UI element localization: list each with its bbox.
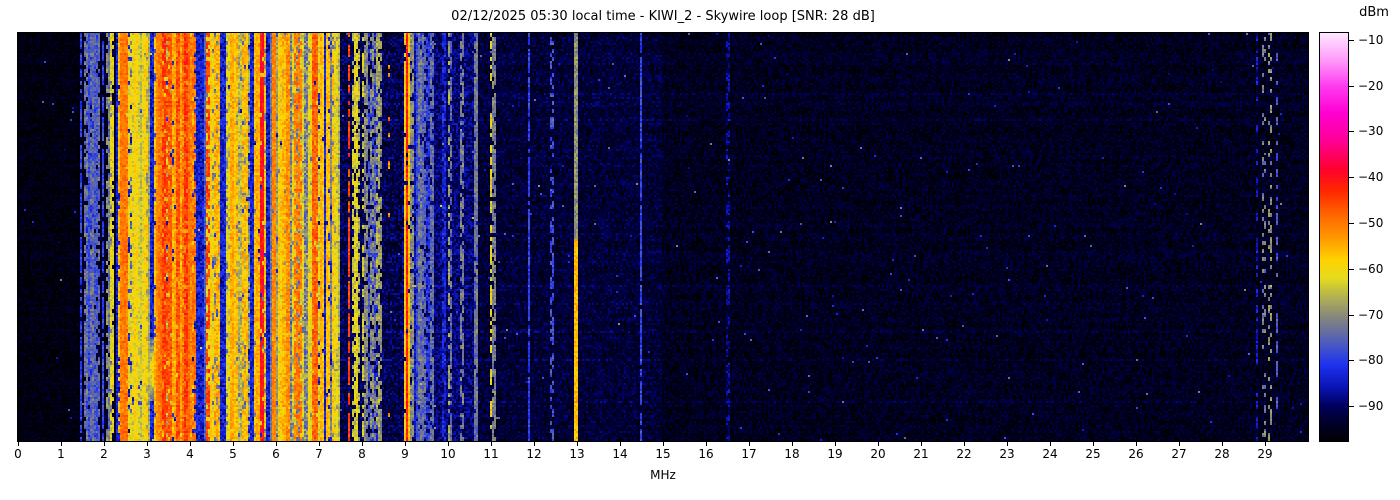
colorbar-tick-mark	[1349, 406, 1354, 407]
colorbar-tick-mark	[1349, 40, 1354, 41]
x-tick-label: 3	[143, 447, 151, 461]
colorbar-tick-label: −40	[1358, 170, 1383, 184]
x-tick-label: 25	[1085, 447, 1100, 461]
x-tick-mark	[706, 442, 707, 446]
spectrogram-figure: 02/12/2025 05:30 local time - KIWI_2 - S…	[0, 0, 1400, 500]
x-tick-mark	[749, 442, 750, 446]
x-tick-mark	[835, 442, 836, 446]
colorbar-tick-label: −70	[1358, 308, 1383, 322]
colorbar-tick-mark	[1349, 177, 1354, 178]
colorbar-tick-label: −50	[1358, 216, 1383, 230]
x-tick-mark	[104, 442, 105, 446]
x-tick-mark	[1179, 442, 1180, 446]
x-tick-label: 5	[229, 447, 237, 461]
colorbar-unit-label: dBm	[1346, 5, 1400, 20]
x-tick-label: 20	[870, 447, 885, 461]
x-tick-label: 4	[186, 447, 194, 461]
x-tick-label: 14	[612, 447, 627, 461]
colorbar-tick-mark	[1349, 360, 1354, 361]
x-tick-mark	[792, 442, 793, 446]
x-tick-mark	[921, 442, 922, 446]
colorbar-tick-label: −60	[1358, 262, 1383, 276]
x-tick-label: 29	[1257, 447, 1272, 461]
x-tick-label: 28	[1214, 447, 1229, 461]
x-tick-mark	[1222, 442, 1223, 446]
x-tick-mark	[491, 442, 492, 446]
x-tick-mark	[276, 442, 277, 446]
colorbar-gradient	[1320, 33, 1348, 441]
x-tick-label: 10	[440, 447, 455, 461]
x-tick-label: 12	[526, 447, 541, 461]
x-tick-label: 18	[784, 447, 799, 461]
x-tick-label: 22	[956, 447, 971, 461]
x-tick-label: 9	[401, 447, 409, 461]
x-tick-label: 23	[999, 447, 1014, 461]
x-tick-mark	[319, 442, 320, 446]
x-tick-mark	[534, 442, 535, 446]
colorbar-tick-mark	[1349, 315, 1354, 316]
x-tick-label: 26	[1128, 447, 1143, 461]
x-tick-mark	[362, 442, 363, 446]
x-tick-mark	[147, 442, 148, 446]
colorbar-tick-label: −90	[1358, 399, 1383, 413]
colorbar-tick-mark	[1349, 86, 1354, 87]
x-tick-label: 6	[272, 447, 280, 461]
waterfall-heatmap	[18, 33, 1308, 441]
x-tick-mark	[190, 442, 191, 446]
x-tick-mark	[18, 442, 19, 446]
x-tick-label: 2	[100, 447, 108, 461]
chart-title: 02/12/2025 05:30 local time - KIWI_2 - S…	[18, 9, 1308, 24]
colorbar-tick-label: −30	[1358, 124, 1383, 138]
x-tick-label: 27	[1171, 447, 1186, 461]
x-tick-label: 0	[14, 447, 22, 461]
x-axis-label: MHz	[18, 468, 1308, 482]
colorbar-tick-mark	[1349, 131, 1354, 132]
x-tick-label: 15	[655, 447, 670, 461]
x-tick-label: 16	[698, 447, 713, 461]
x-tick-label: 13	[569, 447, 584, 461]
colorbar-tick-mark	[1349, 269, 1354, 270]
x-tick-mark	[448, 442, 449, 446]
x-tick-mark	[61, 442, 62, 446]
x-tick-mark	[1007, 442, 1008, 446]
x-tick-label: 7	[315, 447, 323, 461]
x-tick-mark	[1136, 442, 1137, 446]
colorbar-tick-label: −80	[1358, 353, 1383, 367]
colorbar-tick-label: −10	[1358, 33, 1383, 47]
colorbar-tick-mark	[1349, 223, 1354, 224]
x-tick-label: 1	[57, 447, 65, 461]
x-tick-label: 24	[1042, 447, 1057, 461]
x-tick-mark	[964, 442, 965, 446]
x-tick-label: 8	[358, 447, 366, 461]
x-tick-mark	[1265, 442, 1266, 446]
x-tick-mark	[1093, 442, 1094, 446]
x-tick-mark	[878, 442, 879, 446]
x-tick-mark	[233, 442, 234, 446]
x-tick-label: 17	[741, 447, 756, 461]
colorbar-tick-label: −20	[1358, 79, 1383, 93]
x-tick-mark	[620, 442, 621, 446]
x-tick-mark	[577, 442, 578, 446]
x-tick-label: 19	[827, 447, 842, 461]
x-tick-label: 21	[913, 447, 928, 461]
x-tick-label: 11	[483, 447, 498, 461]
x-tick-mark	[663, 442, 664, 446]
x-tick-mark	[1050, 442, 1051, 446]
x-tick-mark	[405, 442, 406, 446]
